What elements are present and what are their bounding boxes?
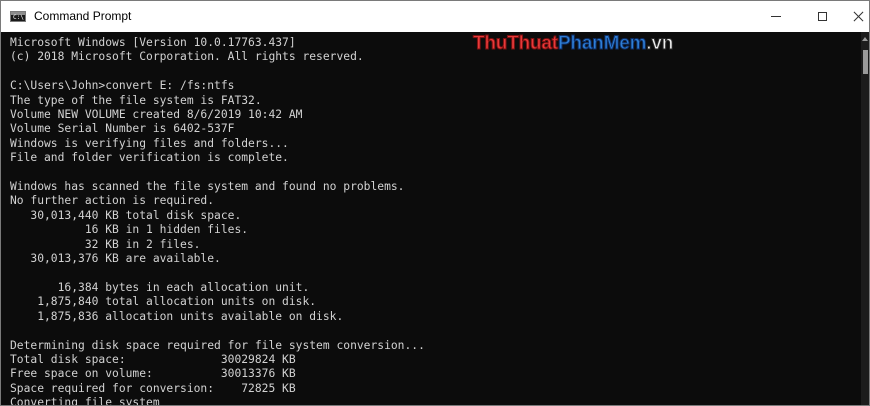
console-line: 32 KB in 2 files. (10, 237, 201, 251)
console-output-area[interactable]: Microsoft Windows [Version 10.0.17763.43… (1, 32, 861, 406)
watermark-part: Thu (472, 33, 508, 55)
console-text: Microsoft Windows [Version 10.0.17763.43… (1, 32, 861, 406)
console-line: 1,875,836 allocation units available on … (10, 309, 344, 323)
console-line: Space required for conversion: 72825 KB (10, 381, 296, 395)
close-button[interactable] (845, 1, 869, 32)
minimize-icon (771, 16, 781, 17)
console-line: 16 KB in 1 hidden files. (10, 223, 249, 237)
minimize-button[interactable] (753, 1, 799, 32)
console-line: Windows has scanned the file system and … (10, 180, 405, 194)
console-line: 1,875,840 total allocation units on disk… (10, 295, 317, 309)
console-line: Determining disk space required for file… (10, 338, 425, 352)
console-line: (c) 2018 Microsoft Corporation. All righ… (10, 50, 364, 64)
console-line: Free space on volume: 30013376 KB (10, 367, 296, 381)
cmd-icon[interactable]: C:\ (10, 11, 26, 22)
window-title: Command Prompt (34, 9, 132, 23)
watermark-logo: ThuThuatPhanMem.vn (472, 33, 674, 55)
console-line: File and folder verification is complete… (10, 151, 289, 165)
console-line: No further action is required. (10, 194, 215, 208)
console-line: Volume NEW VOLUME created 8/6/2019 10:42… (10, 108, 303, 122)
console-line: 30,013,440 KB total disk space. (10, 208, 242, 222)
maximize-icon (817, 12, 827, 21)
scroll-up-arrow-icon[interactable] (862, 37, 868, 41)
console-line: Converting file system (10, 396, 160, 406)
console-line: Total disk space: 30029824 KB (10, 352, 296, 366)
console-line: Windows is verifying files and folders..… (10, 136, 289, 150)
console-line: 30,013,376 KB are available. (10, 252, 221, 266)
close-icon (853, 11, 864, 22)
cmd-icon-glyph: C:\ (13, 14, 24, 21)
title-bar[interactable]: C:\ Command Prompt (1, 1, 869, 32)
console-line: Microsoft Windows [Version 10.0.17763.43… (10, 36, 296, 49)
scrollbar-thumb[interactable] (863, 50, 868, 74)
vertical-scrollbar[interactable] (861, 32, 869, 405)
console-line: C:\Users\John>convert E: /fs:ntfs (10, 79, 235, 93)
command-prompt-window: C:\ Command Prompt Microsoft Windows [Ve… (0, 0, 870, 406)
console-line: The type of the file system is FAT32. (10, 93, 262, 107)
watermark-part: Thuat (507, 33, 559, 55)
watermark-part: .vn (646, 33, 674, 55)
console-line: 16,384 bytes in each allocation unit. (10, 280, 310, 294)
console-line: Volume Serial Number is 6402-537F (10, 122, 235, 136)
maximize-button[interactable] (799, 1, 845, 32)
watermark-part: PhanMem (557, 33, 647, 55)
